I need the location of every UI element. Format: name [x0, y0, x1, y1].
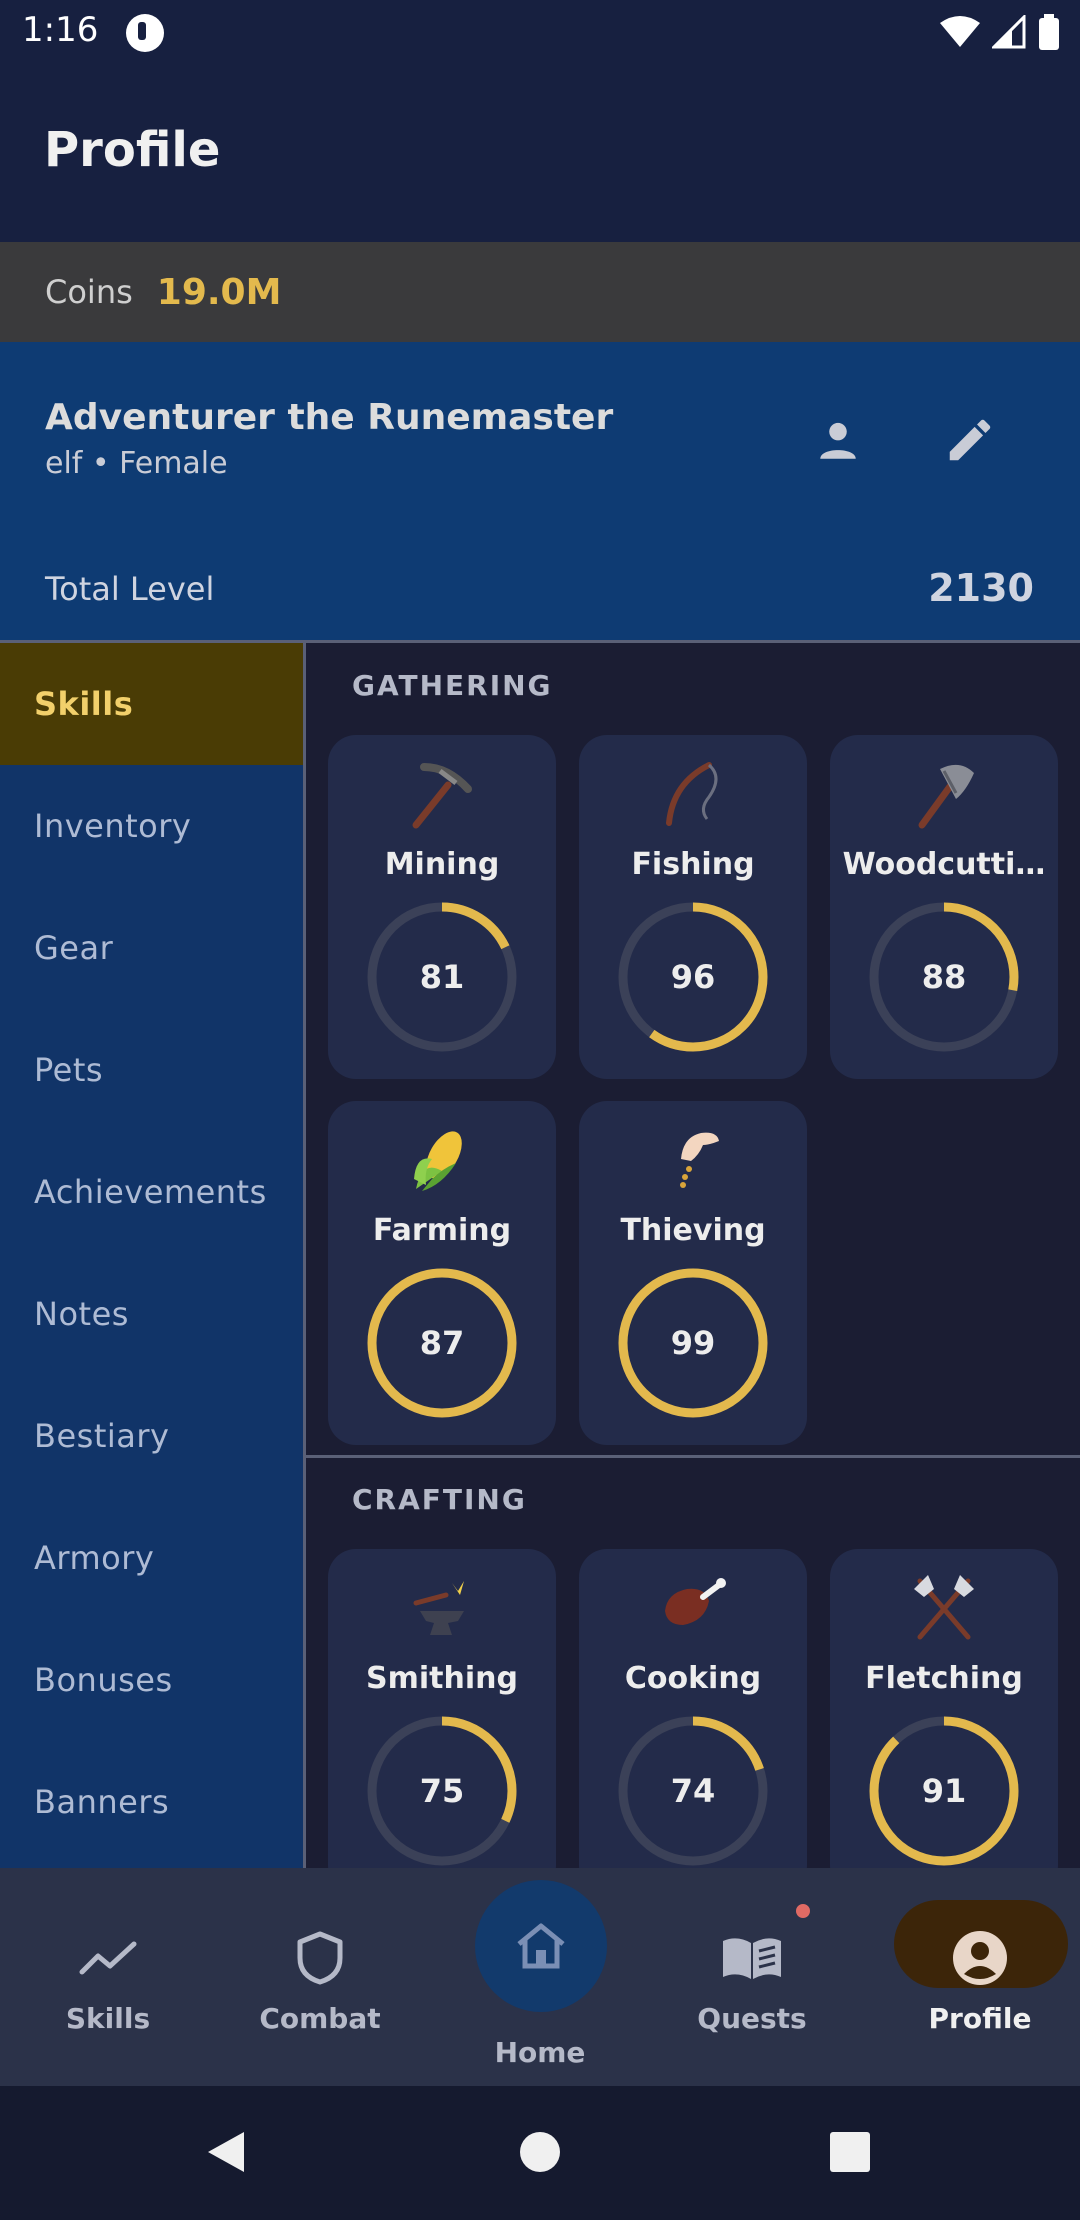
skill-card-fishing[interactable]: Fishing 96 — [579, 735, 807, 1079]
skill-name: Thieving — [620, 1213, 766, 1248]
bottom-nav-label: Skills — [65, 2002, 151, 2035]
character-card: Adventurer the Runemaster elf • Female T… — [0, 342, 1080, 642]
coins-value: 19.0M — [156, 271, 282, 313]
bottom-nav-combat[interactable]: Combat — [212, 1868, 428, 2086]
pencil-icon — [949, 419, 991, 461]
character-name: Adventurer the Runemaster — [45, 397, 614, 438]
skill-level: 87 — [419, 1324, 465, 1362]
side-nav-item-bestiary[interactable]: Bestiary — [0, 1375, 303, 1497]
anvil-icon — [413, 1581, 464, 1635]
skill-name: Cooking — [624, 1661, 762, 1696]
section-title-crafting: CRAFTING — [352, 1483, 527, 1516]
axe-icon — [918, 764, 974, 829]
page-title: Profile — [44, 122, 221, 178]
bottom-nav-quests[interactable]: Quests — [644, 1868, 860, 2086]
fishing-rod-icon — [666, 762, 718, 826]
book-icon — [712, 1918, 792, 1998]
skill-level: 91 — [921, 1772, 967, 1810]
skill-level: 99 — [670, 1324, 716, 1362]
skill-card-cooking[interactable]: Cooking 74 — [579, 1549, 807, 1868]
wifi-icon — [940, 16, 980, 47]
side-nav-item-pets[interactable]: Pets — [0, 1009, 303, 1131]
character-profile-button[interactable] — [800, 402, 876, 478]
skill-name: Mining — [384, 847, 500, 882]
side-nav-item-gear[interactable]: Gear — [0, 887, 303, 1009]
corn-icon — [414, 1131, 462, 1191]
system-recents-button[interactable] — [820, 2122, 880, 2182]
skill-card-farming[interactable]: Farming 87 — [328, 1101, 556, 1445]
skill-level: 74 — [670, 1772, 716, 1810]
bottom-nav-home[interactable] — [475, 1880, 607, 2012]
status-time: 1:16 — [22, 10, 99, 50]
status-bar: 1:16 — [0, 0, 1080, 66]
crossed-axes-icon — [914, 1575, 974, 1640]
skills-content: GATHERING Mining 81 Fishing 96 Woodcutti… — [306, 643, 1080, 1868]
side-nav-item-achievements[interactable]: Achievements — [0, 1131, 303, 1253]
notification-app-icon — [126, 14, 164, 52]
bottom-nav-home-label: Home — [494, 2036, 586, 2069]
account-circle-icon — [940, 1918, 1020, 1998]
shield-icon — [280, 1918, 360, 1998]
quests-notification-dot — [796, 1904, 810, 1918]
skill-name: Farming — [372, 1213, 512, 1248]
skill-name: Smithing — [366, 1661, 518, 1696]
coins-bar: Coins 19.0M — [0, 242, 1080, 342]
total-level-value: 2130 — [928, 566, 1034, 610]
skill-card-thieving[interactable]: Thieving 99 — [579, 1101, 807, 1445]
thieving-hand-icon — [680, 1132, 719, 1188]
meat-icon — [665, 1578, 726, 1625]
side-nav-item-banners[interactable]: Banners — [0, 1741, 303, 1863]
pickaxe-icon — [412, 763, 472, 829]
skill-card-woodcutting[interactable]: Woodcutti… 88 — [830, 735, 1058, 1079]
app-bar: Profile — [0, 66, 1080, 242]
bottom-nav-label: Quests — [697, 2002, 807, 2035]
character-subtitle: elf • Female — [45, 446, 228, 481]
home-icon — [517, 1923, 565, 1969]
side-nav-item-inventory[interactable]: Inventory — [0, 765, 303, 887]
skill-card-mining[interactable]: Mining 81 — [328, 735, 556, 1079]
system-back-button[interactable] — [196, 2122, 256, 2182]
trend-line-icon — [68, 1918, 148, 1998]
coins-label: Coins — [45, 273, 133, 311]
section-divider — [306, 1455, 1080, 1458]
home-circle-icon — [520, 2132, 560, 2172]
skill-level: 88 — [921, 958, 967, 996]
cellular-signal-icon — [992, 15, 1026, 49]
side-nav-item-bonuses[interactable]: Bonuses — [0, 1619, 303, 1741]
battery-icon — [1039, 14, 1059, 50]
edit-character-button[interactable] — [932, 402, 1008, 478]
bottom-nav-label: Profile — [928, 2002, 1032, 2035]
side-nav-item-notes[interactable]: Notes — [0, 1253, 303, 1375]
skill-name: Woodcutti… — [842, 847, 1046, 882]
skill-name: Fletching — [865, 1661, 1023, 1696]
side-nav-item-armory[interactable]: Armory — [0, 1497, 303, 1619]
side-nav-item-skills[interactable]: Skills — [0, 643, 303, 765]
bottom-nav-skills[interactable]: Skills — [0, 1868, 216, 2086]
skill-card-smithing[interactable]: Smithing 75 — [328, 1549, 556, 1868]
back-triangle-icon — [208, 2132, 244, 2172]
bottom-nav-label: Combat — [259, 2002, 381, 2035]
total-level-label: Total Level — [45, 570, 215, 608]
skill-card-fletching[interactable]: Fletching 91 — [830, 1549, 1058, 1868]
profile-side-nav: Skills Inventory Gear Pets Achievements … — [0, 643, 303, 1868]
skill-name: Fishing — [631, 847, 755, 882]
skill-level: 75 — [419, 1772, 465, 1810]
person-icon — [820, 422, 856, 459]
skill-level: 81 — [419, 958, 465, 996]
system-home-button[interactable] — [510, 2122, 570, 2182]
skill-level: 96 — [670, 958, 716, 996]
section-title-gathering: GATHERING — [352, 669, 553, 702]
status-icons — [940, 12, 1060, 52]
system-navigation-bar — [0, 2086, 1080, 2220]
recents-square-icon — [830, 2132, 870, 2172]
